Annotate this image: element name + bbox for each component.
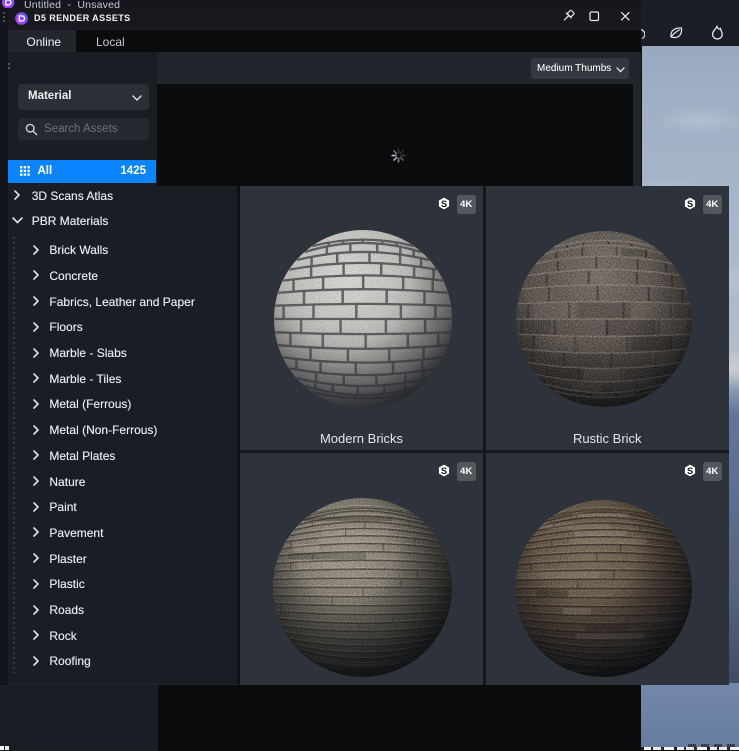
svg-text:S: S [687, 466, 693, 476]
svg-text:S: S [441, 466, 447, 476]
svg-text:S: S [687, 199, 693, 209]
svg-text:S: S [441, 199, 447, 209]
